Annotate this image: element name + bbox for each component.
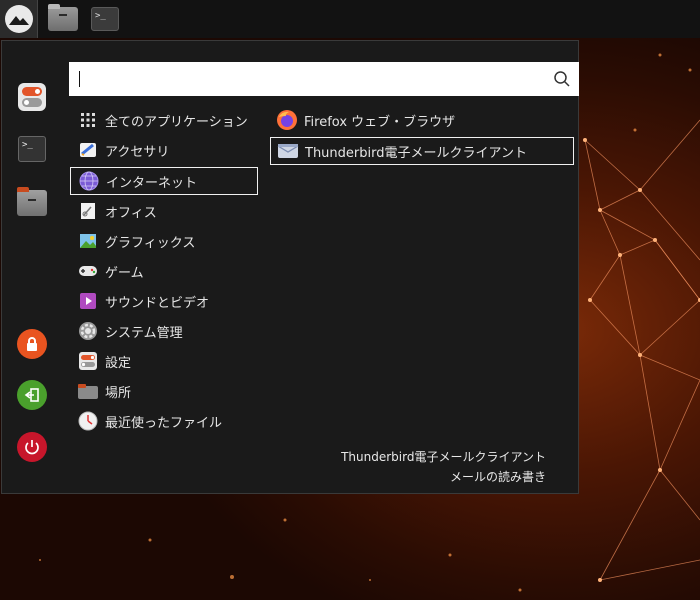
graphics-icon <box>78 231 98 251</box>
lock-screen-button[interactable] <box>16 328 48 360</box>
clock-icon <box>78 411 98 431</box>
office-icon <box>78 201 98 221</box>
settings-toggle-icon <box>18 83 46 111</box>
settings-toggle-icon <box>78 351 98 371</box>
app-label: Thunderbird電子メールクライアント <box>305 145 527 161</box>
grid-icon <box>78 110 98 130</box>
search-icon[interactable] <box>553 70 571 88</box>
search-box[interactable] <box>69 62 579 96</box>
terminal-icon: >_ <box>91 7 119 31</box>
category-system[interactable]: システム管理 <box>70 317 258 345</box>
internet-icon <box>79 171 99 191</box>
category-all-applications[interactable]: 全てのアプリケーション <box>70 106 258 134</box>
text-caret <box>79 71 80 87</box>
folder-icon <box>78 381 98 401</box>
menu-sidebar: >_ <box>2 41 64 493</box>
app-label: Firefox ウェブ・ブラウザ <box>304 114 456 130</box>
category-sound-and-video[interactable]: サウンドとビデオ <box>70 287 258 315</box>
category-label: 設定 <box>105 355 132 371</box>
shutdown-button[interactable] <box>16 431 48 463</box>
log-out-button[interactable] <box>16 379 48 411</box>
category-games[interactable]: ゲーム <box>70 257 258 285</box>
category-label: 場所 <box>105 385 132 401</box>
app-firefox[interactable]: Firefox ウェブ・ブラウザ <box>270 106 574 134</box>
app-thunderbird[interactable]: Thunderbird電子メールクライアント <box>270 137 574 165</box>
category-label: インターネット <box>106 175 198 191</box>
system-icon <box>78 321 98 341</box>
app-description: Thunderbird電子メールクライアント メールの読み書き <box>341 447 546 487</box>
whisker-menu: >_ 全てのアプリケーション アクセサリ インターネット オフィス グラフィック… <box>1 40 579 494</box>
ubuntu-studio-logo-icon <box>4 5 33 33</box>
power-icon <box>17 432 47 462</box>
multimedia-icon <box>78 291 98 311</box>
panel-file-manager-button[interactable] <box>38 0 88 38</box>
category-settings[interactable]: 設定 <box>70 347 258 375</box>
accessories-icon <box>78 140 98 160</box>
category-label: 全てのアプリケーション <box>105 114 248 130</box>
category-places[interactable]: 場所 <box>70 377 258 405</box>
thunderbird-icon <box>277 140 299 162</box>
category-internet[interactable]: インターネット <box>70 167 258 195</box>
category-label: 最近使ったファイル <box>105 415 223 431</box>
app-description-title: Thunderbird電子メールクライアント <box>341 450 546 464</box>
category-label: オフィス <box>105 205 157 221</box>
category-label: ゲーム <box>105 265 144 281</box>
category-graphics[interactable]: グラフィックス <box>70 227 258 255</box>
category-label: サウンドとビデオ <box>105 295 210 311</box>
category-accessories[interactable]: アクセサリ <box>70 136 258 164</box>
category-office[interactable]: オフィス <box>70 197 258 225</box>
folder-icon <box>17 187 47 216</box>
category-label: システム管理 <box>105 325 183 341</box>
app-description-subtitle: メールの読み書き <box>449 470 546 484</box>
top-panel: >_ <box>0 0 700 38</box>
category-label: グラフィックス <box>105 235 196 251</box>
favorite-terminal[interactable]: >_ <box>16 133 48 165</box>
logout-icon <box>17 380 47 410</box>
terminal-icon: >_ <box>18 136 46 162</box>
search-input[interactable] <box>69 62 549 96</box>
favorite-file-manager[interactable] <box>16 187 48 219</box>
category-label: アクセサリ <box>105 144 170 160</box>
whisker-menu-button[interactable] <box>0 0 38 38</box>
folder-icon <box>48 4 78 31</box>
favorite-settings[interactable] <box>16 81 48 113</box>
firefox-icon <box>276 109 298 131</box>
panel-terminal-button[interactable]: >_ <box>88 0 122 38</box>
category-recent-files[interactable]: 最近使ったファイル <box>70 407 258 435</box>
lock-icon <box>17 329 47 359</box>
gamepad-icon <box>78 261 98 281</box>
